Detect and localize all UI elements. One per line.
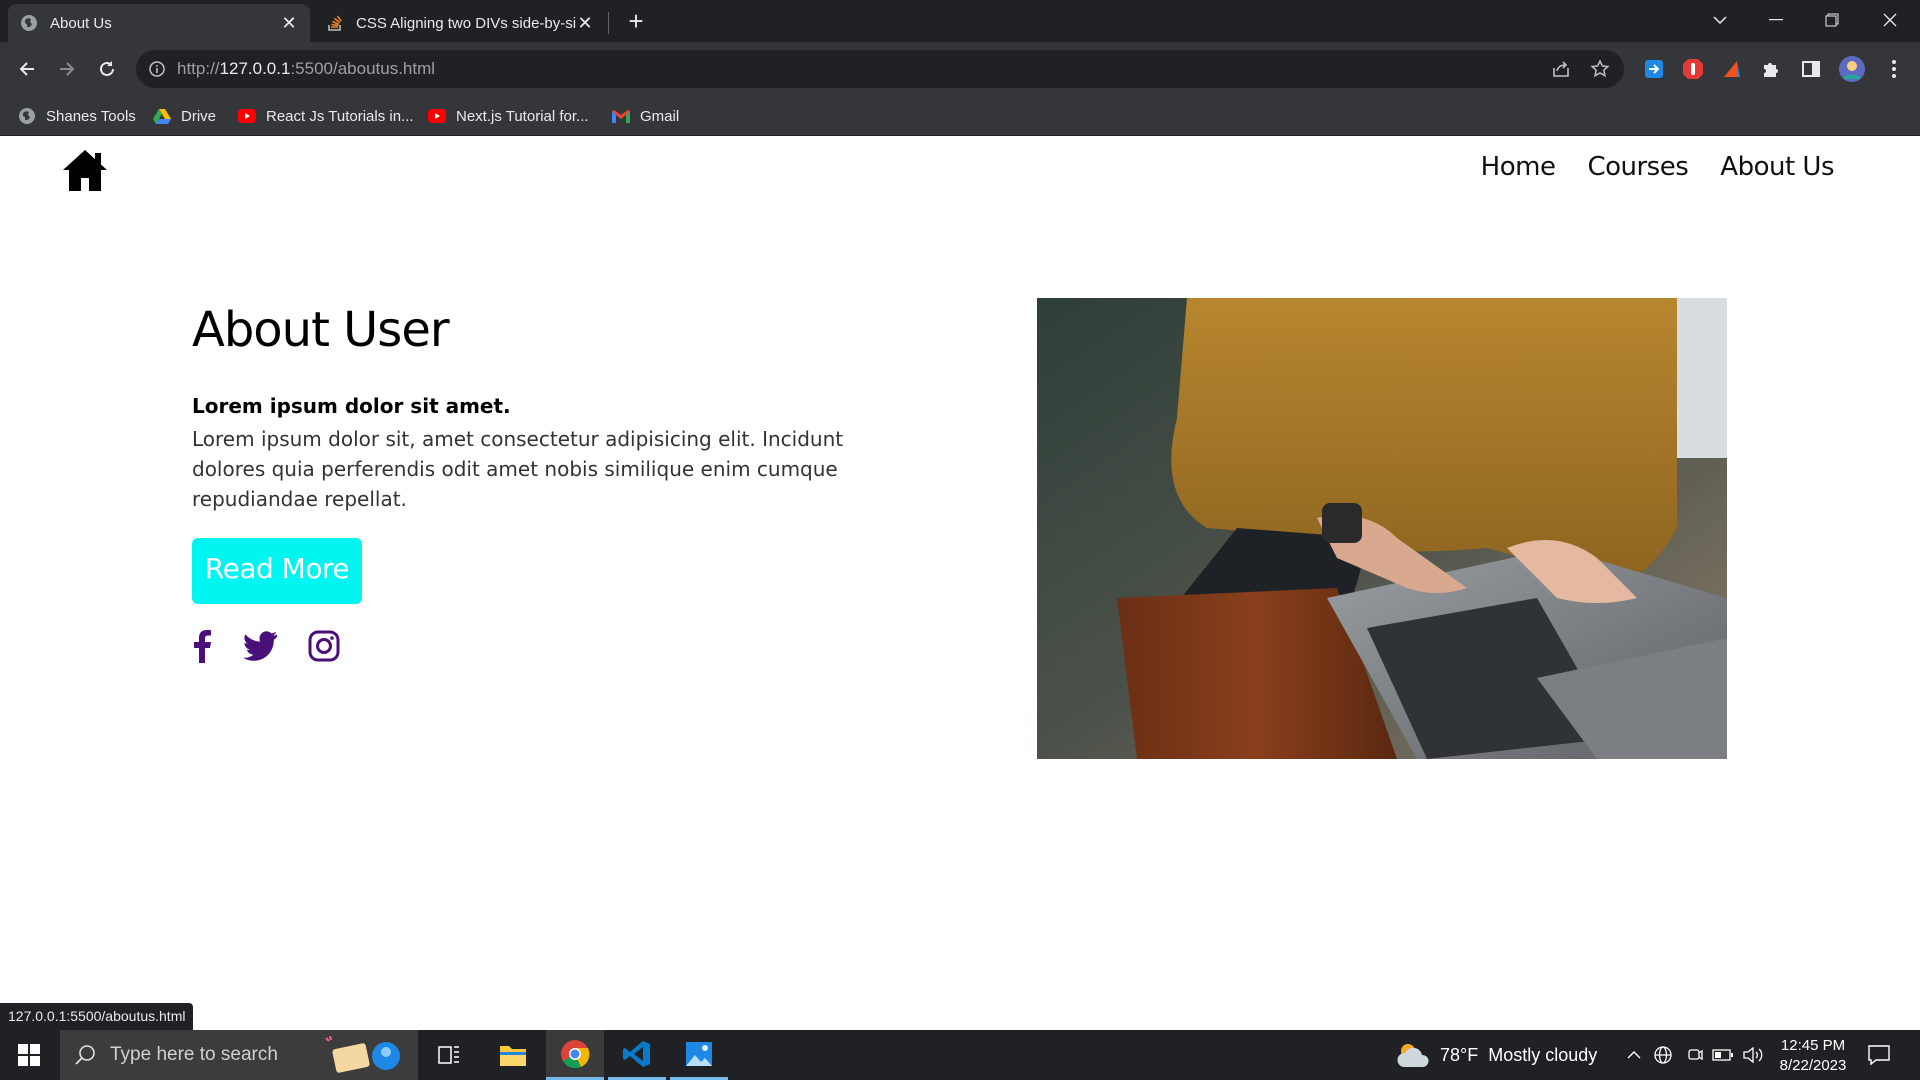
tab-about-us[interactable]: About Us ✕ xyxy=(8,4,310,42)
url-host: 127.0.0.1 xyxy=(219,59,291,78)
bookmark-nextjs-tutorial[interactable]: Next.js Tutorial for... xyxy=(428,104,589,128)
minimize-icon[interactable] xyxy=(1750,0,1802,40)
notification-center-icon[interactable] xyxy=(1866,1042,1892,1068)
tab-css-aligning[interactable]: CSS Aligning two DIVs side-by-side ✕ xyxy=(314,4,606,42)
tab-strip: About Us ✕ CSS Aligning two DIVs side-by… xyxy=(0,0,1920,42)
forward-arrow-icon[interactable] xyxy=(52,54,82,84)
network-globe-icon[interactable] xyxy=(1652,1044,1674,1066)
cloudy-weather-icon xyxy=(1396,1041,1430,1069)
back-arrow-icon[interactable] xyxy=(12,54,42,84)
battery-icon[interactable] xyxy=(1712,1044,1734,1066)
extensions-puzzle-icon[interactable] xyxy=(1759,57,1783,81)
bookmark-label: Shanes Tools xyxy=(46,107,136,125)
bookmark-shanes-tools[interactable]: Shanes Tools xyxy=(18,104,136,128)
chevron-up-icon[interactable] xyxy=(1623,1044,1645,1066)
site-info-icon[interactable] xyxy=(148,60,166,78)
task-view-icon[interactable] xyxy=(420,1030,478,1080)
read-more-button[interactable]: Read More xyxy=(192,538,362,604)
tab-separator xyxy=(608,12,609,34)
stackoverflow-icon xyxy=(326,14,344,32)
meet-now-icon[interactable] xyxy=(1684,1044,1706,1066)
close-tab-icon[interactable]: ✕ xyxy=(280,13,298,33)
side-panel-icon[interactable] xyxy=(1799,57,1823,81)
bookmark-react-tutorials[interactable]: React Js Tutorials in... xyxy=(238,104,414,128)
restore-icon[interactable] xyxy=(1806,0,1858,40)
bookmarks-bar: Shanes Tools Drive React Js Tutorials in… xyxy=(0,96,1920,136)
site-nav: Home Courses About Us xyxy=(1481,152,1835,182)
nav-about-link[interactable]: About Us xyxy=(1720,152,1834,182)
url-path: :5500/aboutus.html xyxy=(290,59,436,78)
reload-icon[interactable] xyxy=(92,54,122,84)
tab-title: About Us xyxy=(50,14,112,32)
clock-date: 8/22/2023 xyxy=(1779,1057,1847,1074)
close-tab-icon[interactable]: ✕ xyxy=(576,13,594,33)
clock-time: 12:45 PM xyxy=(1780,1037,1846,1054)
nav-courses-link[interactable]: Courses xyxy=(1587,152,1688,182)
bookmark-drive[interactable]: Drive xyxy=(153,104,216,128)
web-page: Home Courses About Us About User Lorem i… xyxy=(0,136,1920,1030)
bookmark-label: React Js Tutorials in... xyxy=(266,107,414,125)
windows-start-icon[interactable] xyxy=(0,1030,58,1080)
youtube-icon xyxy=(428,107,446,125)
about-subtitle: Lorem ipsum dolor sit amet. xyxy=(192,394,511,418)
url-scheme: http:// xyxy=(177,59,220,78)
hero-photo-person-typing-laptop xyxy=(1037,298,1727,759)
extension-translate-icon[interactable] xyxy=(1642,57,1666,81)
extension-html-icon[interactable] xyxy=(1720,57,1744,81)
search-placeholder: Type here to search xyxy=(110,1044,278,1065)
youtube-icon xyxy=(238,107,256,125)
new-tab-button[interactable]: + xyxy=(622,8,650,36)
social-links xyxy=(192,628,892,664)
system-clock[interactable]: 12:45 PM 8/22/2023 xyxy=(1772,1036,1854,1076)
browser-toolbar: http://127.0.0.1:5500/aboutus.html xyxy=(0,42,1920,96)
home-logo-icon[interactable] xyxy=(62,148,108,192)
twitter-icon[interactable] xyxy=(242,628,278,664)
google-drive-icon xyxy=(153,107,171,125)
link-status-tooltip: 127.0.0.1:5500/aboutus.html xyxy=(0,1003,194,1030)
address-bar[interactable]: http://127.0.0.1:5500/aboutus.html xyxy=(136,50,1624,88)
gmail-icon xyxy=(612,107,630,125)
bookmark-label: Drive xyxy=(181,107,217,125)
url-text[interactable]: http://127.0.0.1:5500/aboutus.html xyxy=(177,59,435,79)
nav-home-link[interactable]: Home xyxy=(1481,152,1556,182)
tab-search-chevron-icon[interactable] xyxy=(1694,0,1746,40)
about-section: About User Lorem ipsum dolor sit amet. L… xyxy=(192,302,892,664)
volume-icon[interactable] xyxy=(1742,1044,1764,1066)
file-explorer-icon[interactable] xyxy=(484,1030,542,1080)
about-paragraph: Lorem ipsum dolor sit, amet consectetur … xyxy=(192,427,844,511)
bookmark-gmail[interactable]: Gmail xyxy=(612,104,679,128)
vscode-taskbar-icon[interactable] xyxy=(608,1030,666,1080)
instagram-icon[interactable] xyxy=(308,628,340,664)
close-window-icon[interactable] xyxy=(1864,0,1916,40)
share-icon[interactable] xyxy=(1551,59,1571,79)
weather-description: Mostly cloudy xyxy=(1488,1044,1598,1065)
chrome-taskbar-icon[interactable] xyxy=(546,1030,604,1080)
bookmark-label: Next.js Tutorial for... xyxy=(456,107,589,125)
search-icon xyxy=(74,1044,96,1066)
globe-icon xyxy=(18,107,36,125)
bookmark-star-icon[interactable] xyxy=(1590,59,1610,79)
weather-temp: 78°F xyxy=(1440,1044,1479,1065)
extension-adblock-icon[interactable] xyxy=(1681,57,1705,81)
about-title: About User xyxy=(192,302,450,358)
taskbar-search-box[interactable]: Type here to search xyxy=(60,1030,418,1080)
windows-taskbar: Type here to search 78°F Mostly cloudy 1… xyxy=(0,1030,1920,1080)
tab-title: CSS Aligning two DIVs side-by-side xyxy=(356,14,576,32)
search-highlight-illustration-icon xyxy=(322,1034,412,1076)
globe-icon xyxy=(20,14,38,32)
facebook-icon[interactable] xyxy=(192,628,212,664)
weather-widget[interactable]: 78°F Mostly cloudy xyxy=(1396,1030,1597,1080)
more-menu-icon[interactable] xyxy=(1882,57,1906,81)
bookmark-label: Gmail xyxy=(640,107,680,125)
profile-avatar[interactable] xyxy=(1838,55,1866,83)
photos-taskbar-icon[interactable] xyxy=(670,1030,728,1080)
